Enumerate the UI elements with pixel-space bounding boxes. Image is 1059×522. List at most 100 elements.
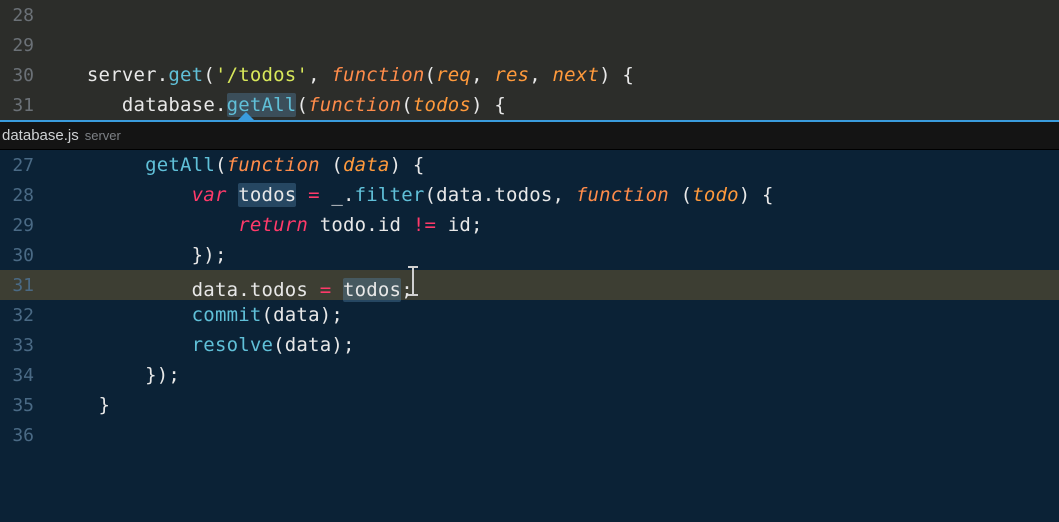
token-ident: id;: [436, 214, 483, 236]
code-content[interactable]: data.todos = todos;: [52, 270, 414, 301]
code-line[interactable]: 28 var todos = _.filter(data.todos, func…: [0, 180, 1059, 210]
token-ident: (data);: [262, 304, 343, 326]
line-number: 31: [0, 95, 52, 116]
code-content[interactable]: getAll(function (data) {: [52, 154, 425, 176]
code-content[interactable]: commit(data);: [52, 304, 343, 326]
token-punct: [296, 184, 308, 206]
token-punct: .: [483, 184, 495, 206]
peek-divider: [0, 120, 1059, 122]
peek-header[interactable]: database.js server: [0, 122, 1059, 150]
token-punct: (: [203, 64, 215, 86]
code-line[interactable]: 32 commit(data);: [0, 300, 1059, 330]
code-line[interactable]: 33 resolve(data);: [0, 330, 1059, 360]
token-punct: ,: [308, 64, 331, 86]
token-punct: .: [215, 94, 227, 116]
token-method: filter: [355, 184, 425, 206]
text-cursor-icon: [413, 270, 414, 296]
code-line[interactable]: 35 }: [0, 390, 1059, 420]
code-line[interactable]: 36: [0, 420, 1059, 450]
token-ident: _: [320, 184, 343, 206]
code-line[interactable]: 29: [0, 30, 1059, 60]
token-punct: [52, 214, 238, 236]
token-punct: ) {: [739, 184, 774, 206]
line-number: 29: [0, 35, 52, 56]
token-punct: ,: [553, 184, 576, 206]
peek-filename[interactable]: database.js: [2, 127, 79, 144]
line-number: 31: [0, 275, 52, 296]
token-punct: .: [366, 214, 378, 236]
code-content[interactable]: });: [52, 364, 180, 386]
editor-pane-top[interactable]: 282930 server.get('/todos', function(req…: [0, 0, 1059, 120]
token-op: !=: [413, 214, 436, 236]
token-param: todo: [692, 184, 739, 206]
token-param: next: [553, 64, 600, 86]
token-punct: }: [52, 394, 110, 416]
token-punct: [52, 154, 145, 176]
token-method: resolve: [52, 334, 273, 356]
token-method: commit: [52, 304, 262, 326]
code-line[interactable]: 30 });: [0, 240, 1059, 270]
token-prop: todos: [250, 279, 320, 301]
token-punct: (: [401, 94, 413, 116]
line-number: 35: [0, 395, 52, 416]
token-punct: ) {: [390, 154, 425, 176]
token-punct: });: [52, 244, 227, 266]
token-ident: todo: [308, 214, 366, 236]
token-prop: id: [378, 214, 413, 236]
token-param: res: [494, 64, 529, 86]
line-number: 27: [0, 155, 52, 176]
code-editor: 282930 server.get('/todos', function(req…: [0, 0, 1059, 522]
code-content[interactable]: resolve(data);: [52, 334, 355, 356]
code-line[interactable]: 30 server.get('/todos', function(req, re…: [0, 60, 1059, 90]
token-k-func: function: [308, 94, 401, 116]
token-punct: [52, 64, 87, 86]
code-content[interactable]: });: [52, 244, 227, 266]
line-number: 36: [0, 425, 52, 446]
code-line[interactable]: 31 data.todos = todos;: [0, 270, 1059, 300]
token-method: get: [168, 64, 203, 86]
token-ident: database: [122, 94, 215, 116]
token-punct: ) {: [599, 64, 634, 86]
token-param: data: [343, 154, 390, 176]
token-ident: todos: [343, 278, 401, 302]
code-line[interactable]: 28: [0, 0, 1059, 30]
token-method: getAll: [145, 154, 215, 176]
token-punct: ) {: [471, 94, 506, 116]
code-line[interactable]: 27 getAll(function (data) {: [0, 150, 1059, 180]
token-punct: (: [320, 154, 343, 176]
token-punct: (: [215, 154, 227, 176]
token-punct: [227, 184, 239, 206]
token-punct: .: [157, 64, 169, 86]
code-content[interactable]: database.getAll(function(todos) {: [52, 94, 506, 116]
token-k-func: function: [227, 154, 320, 176]
token-punct: (: [669, 184, 692, 206]
token-param: todos: [413, 94, 471, 116]
token-punct: [52, 94, 122, 116]
code-line[interactable]: 31 database.getAll(function(todos) {: [0, 90, 1059, 120]
token-prop: todos: [494, 184, 552, 206]
code-content[interactable]: return todo.id != id;: [52, 214, 483, 236]
line-number: 30: [0, 245, 52, 266]
token-k-func: function: [576, 184, 669, 206]
token-k-return: return: [238, 214, 308, 236]
line-number: 28: [0, 185, 52, 206]
token-op: =: [308, 184, 320, 206]
token-ident: todos: [238, 183, 296, 207]
token-punct: (: [296, 94, 308, 116]
token-punct: ,: [471, 64, 494, 86]
token-ident: (data);: [273, 334, 354, 356]
token-punct: });: [52, 364, 180, 386]
token-k-func: function: [331, 64, 424, 86]
token-string: '/todos': [215, 64, 308, 86]
code-content[interactable]: server.get('/todos', function(req, res, …: [52, 64, 634, 86]
token-punct: [52, 184, 192, 206]
editor-pane-peek[interactable]: 27 getAll(function (data) {28 var todos …: [0, 150, 1059, 522]
token-punct: .: [343, 184, 355, 206]
code-line[interactable]: 34 });: [0, 360, 1059, 390]
code-line[interactable]: 29 return todo.id != id;: [0, 210, 1059, 240]
peek-caret-indicator: [238, 112, 254, 120]
code-content[interactable]: }: [52, 394, 110, 416]
code-content[interactable]: var todos = _.filter(data.todos, functio…: [52, 184, 774, 206]
token-ident: data: [52, 279, 238, 301]
line-number: 34: [0, 365, 52, 386]
